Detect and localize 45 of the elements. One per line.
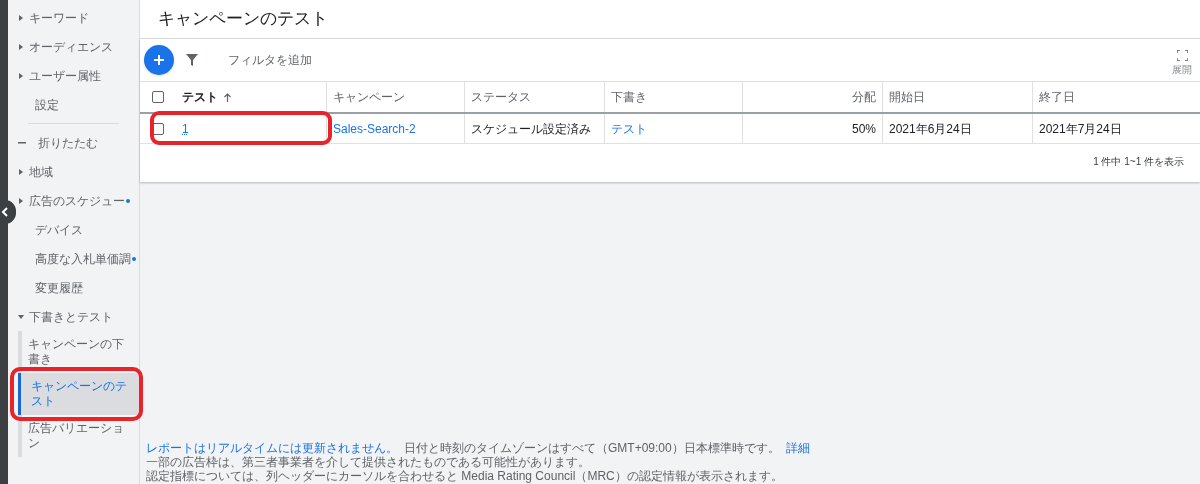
column-header[interactable]: ステータス: [471, 88, 531, 106]
footer-text: 一部の広告枠は、第三者事業者を介して提供されたものである可能性があります。: [146, 455, 590, 469]
footer-text: 日付と時刻のタイムゾーンはすべて（GMT+09:00）日本標準時です。: [404, 441, 780, 455]
add-filter-button[interactable]: フィルタを追加: [228, 51, 312, 69]
sidebar-item[interactable]: 高度な入札単価調: [35, 249, 131, 268]
sidebar-item[interactable]: キーワード: [29, 8, 89, 27]
column-header[interactable]: テスト: [182, 88, 218, 106]
sidebar-item[interactable]: キャンペーンの下書き: [22, 331, 139, 373]
collapse-button[interactable]: 折りたたむ: [38, 133, 98, 152]
add-button[interactable]: [144, 45, 174, 75]
footer-link[interactable]: レポートはリアルタイムには更新されません。: [146, 441, 398, 455]
pagination-text: 1 件中 1~1 件を表示: [1093, 155, 1184, 169]
table-cell-text: 2021年7月24日: [1039, 120, 1122, 138]
page-title: キャンペーンのテスト: [158, 8, 328, 31]
column-header[interactable]: 下書き: [611, 88, 647, 106]
sidebar-item[interactable]: オーディエンス: [29, 37, 113, 56]
sort-arrow-icon: [224, 92, 231, 102]
plus-icon: [153, 54, 165, 66]
expand-label: 展開: [1172, 62, 1192, 77]
sidebar-item[interactable]: 広告のスケジュー: [29, 191, 125, 210]
chevron-left-icon: [1, 207, 9, 217]
checkbox[interactable]: [152, 91, 164, 103]
minus-icon: [18, 141, 26, 144]
sidebar-item[interactable]: 地域: [29, 162, 53, 181]
sidebar-item[interactable]: 設定: [35, 95, 59, 114]
sidebar-item[interactable]: ユーザー属性: [29, 66, 101, 85]
column-header[interactable]: キャンペーン: [333, 88, 405, 106]
table-link[interactable]: テスト: [611, 119, 647, 138]
table-link[interactable]: 1: [182, 119, 189, 138]
column-header[interactable]: 分配: [852, 88, 876, 106]
table-cell-text: スケジュール設定済み: [471, 120, 591, 138]
fullscreen-icon[interactable]: [1176, 49, 1188, 61]
sidebar-item[interactable]: デバイス: [35, 220, 83, 239]
sidebar-item[interactable]: 変更履歴: [35, 278, 83, 297]
footer-link[interactable]: 詳細: [785, 441, 810, 455]
table-cell-text: 2021年6月24日: [889, 120, 972, 138]
table-cell-text: 50%: [851, 120, 876, 138]
column-header[interactable]: 開始日: [889, 88, 925, 106]
sidebar-item[interactable]: 広告バリエーション: [22, 415, 139, 457]
sidebar-item[interactable]: 下書きとテスト: [29, 307, 113, 326]
table-link[interactable]: Sales-Search-2: [333, 119, 416, 138]
column-header[interactable]: 終了日: [1039, 88, 1075, 106]
filter-icon[interactable]: [186, 54, 198, 66]
sidebar-item[interactable]: キャンペーンのテスト: [18, 373, 139, 415]
footer-text: 認定指標については、列ヘッダーにカーソルを合わせると Media Rating Council（MRC）の認定情報が表示されます。: [146, 469, 783, 483]
